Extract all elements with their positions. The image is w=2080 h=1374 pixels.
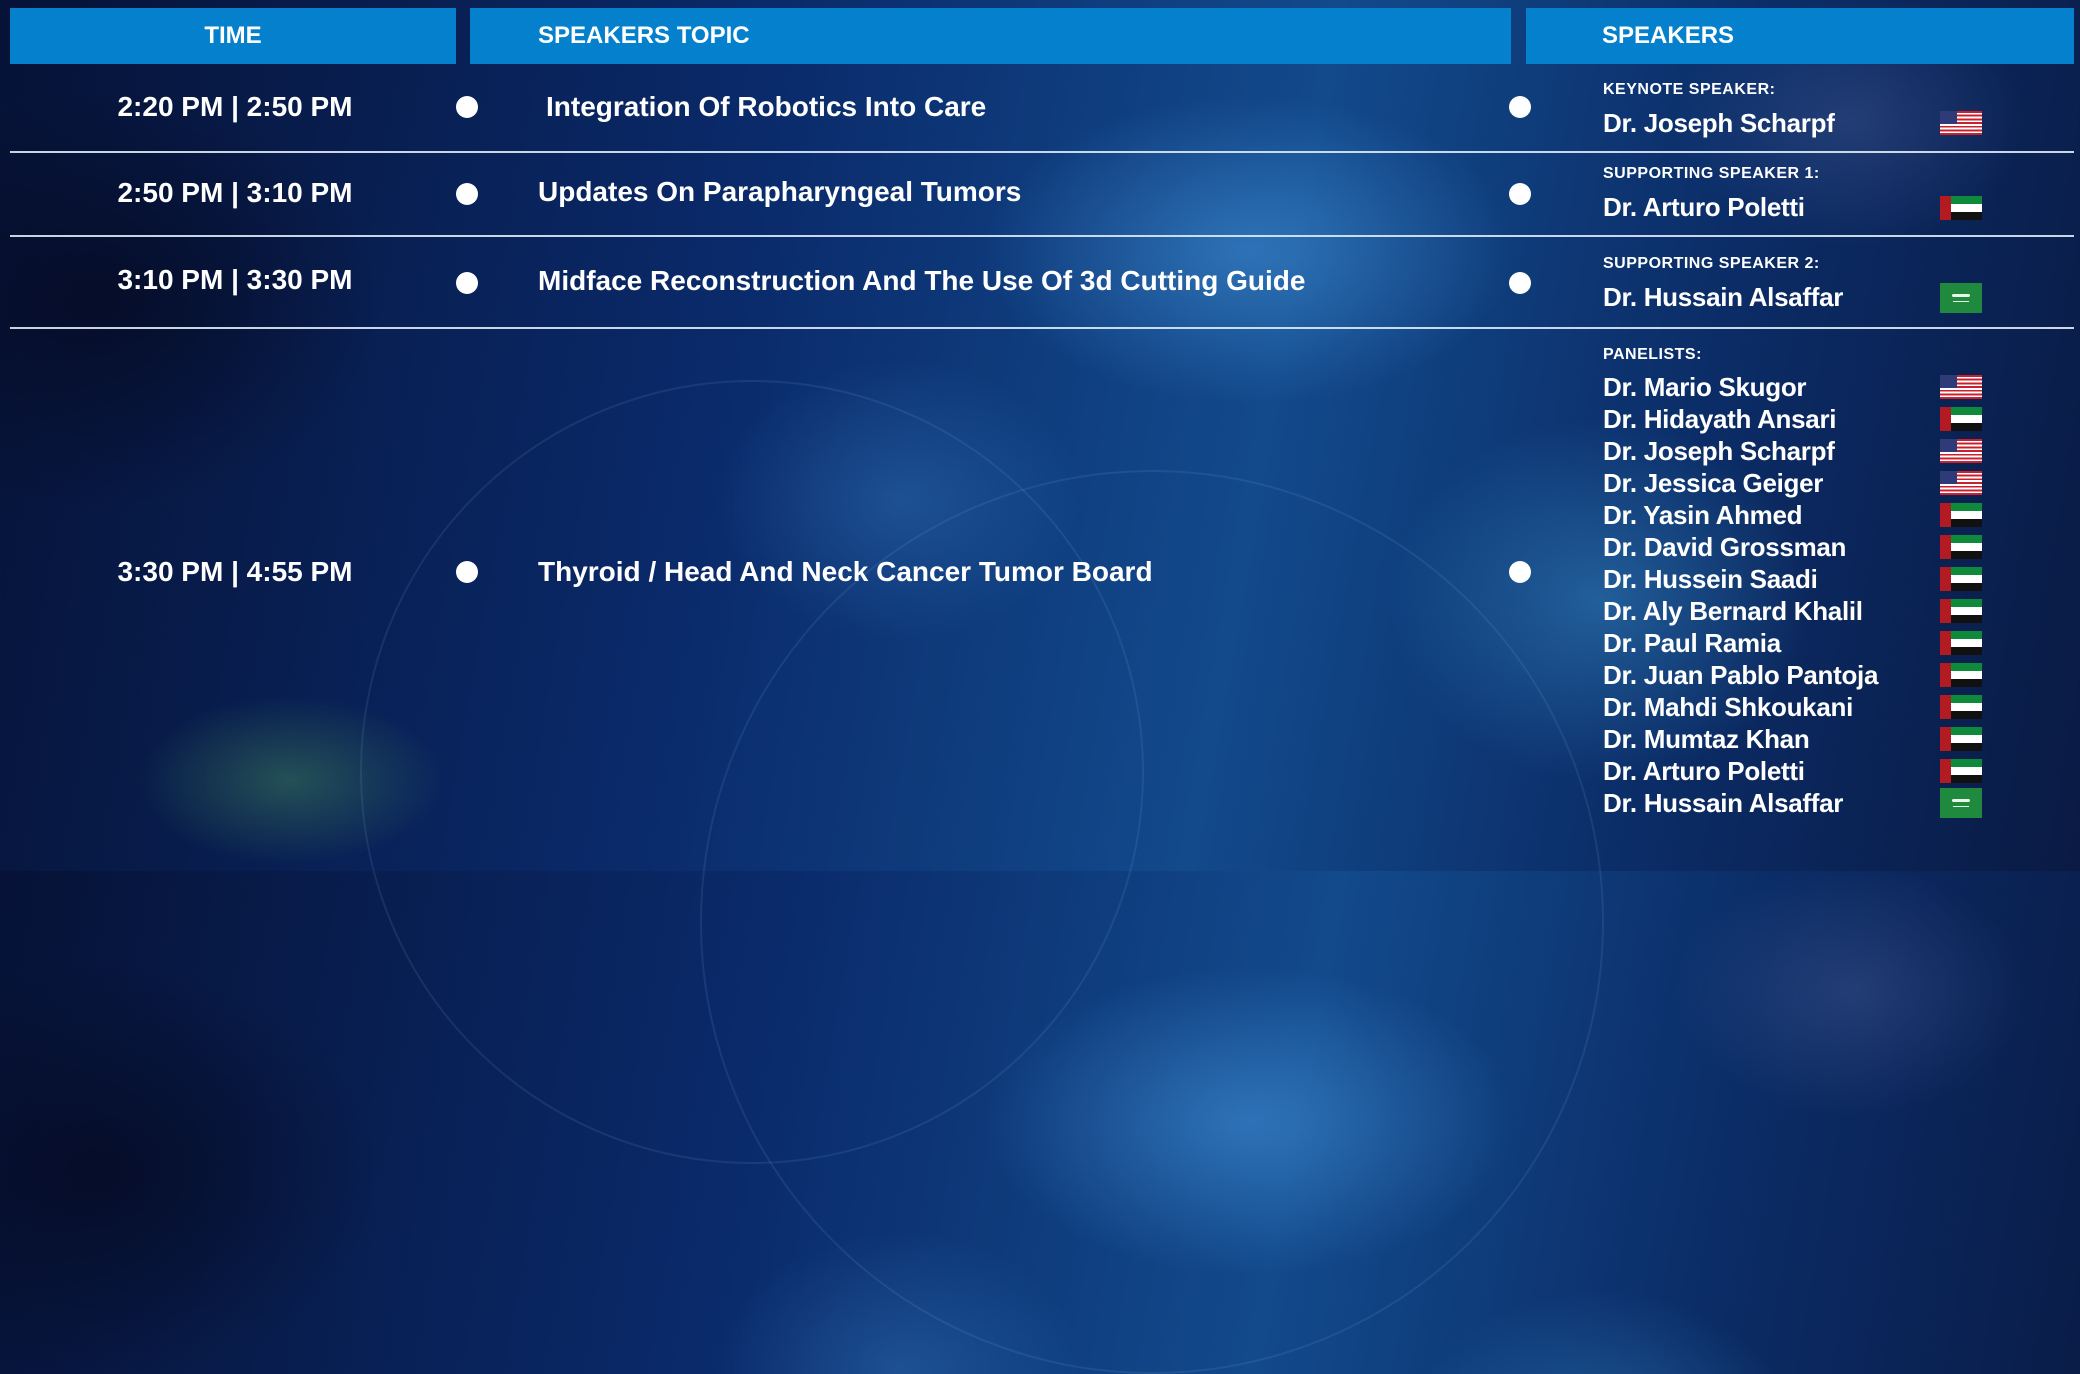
panelist-name: Dr. Mahdi Shkoukani: [1603, 692, 1854, 722]
bullet-dot: [1509, 561, 1531, 583]
session-topic: Midface Reconstruction And The Use Of 3d…: [538, 265, 1306, 296]
bullet-dot: [1509, 272, 1531, 294]
uae-flag-icon: [1940, 695, 1982, 719]
row-divider: [10, 151, 2074, 153]
session-topic: Thyroid / Head And Neck Cancer Tumor Boa…: [538, 556, 1153, 587]
row-divider: [10, 235, 2074, 237]
session-time: 3:30 PM | 4:55 PM: [117, 556, 353, 587]
bullet-dot: [456, 96, 478, 118]
header-speakers-label: SPEAKERS: [1602, 22, 1735, 49]
session-topic: Integration Of Robotics Into Care: [546, 91, 987, 122]
panelist-name: Dr. Jessica Geiger: [1603, 468, 1824, 498]
uae-flag-icon: [1940, 535, 1982, 559]
speaker-role: SUPPORTING SPEAKER 1:: [1603, 165, 1820, 182]
panelists-label: PANELISTS:: [1603, 346, 1702, 363]
uae-flag-icon: [1940, 407, 1982, 431]
uae-flag-icon: [1940, 759, 1982, 783]
panelist-name: Dr. Yasin Ahmed: [1603, 500, 1803, 530]
uae-flag-icon: [1940, 196, 1982, 220]
panelist-name: Dr. Hussain Alsaffar: [1603, 788, 1844, 818]
panelist-name: Dr. Joseph Scharpf: [1603, 436, 1835, 466]
panelist-name: Dr. Hidayath Ansari: [1603, 404, 1837, 434]
uae-flag-icon: [1940, 503, 1982, 527]
header-topic-label: SPEAKERS TOPIC: [538, 22, 750, 49]
header-topic: SPEAKERS TOPIC: [470, 8, 1511, 64]
saudi-flag-icon: [1940, 283, 1982, 313]
bullet-dot: [1509, 96, 1531, 118]
us-flag-icon: [1940, 471, 1982, 495]
panelist-name: Dr. Mario Skugor: [1603, 372, 1807, 402]
us-flag-icon: [1940, 111, 1982, 135]
speaker-role: SUPPORTING SPEAKER 2:: [1603, 255, 1820, 272]
speaker-role: KEYNOTE SPEAKER:: [1603, 81, 1776, 98]
row-divider: [10, 327, 2074, 329]
uae-flag-icon: [1940, 599, 1982, 623]
speaker-name: Dr. Hussain Alsaffar: [1603, 282, 1844, 312]
header-time-label: TIME: [204, 22, 262, 49]
panelist-name: Dr. Mumtaz Khan: [1603, 724, 1810, 754]
bullet-dot: [456, 561, 478, 583]
panelist-name: Dr. Paul Ramia: [1603, 628, 1781, 658]
panelist-name: Dr. Hussein Saadi: [1603, 564, 1818, 594]
session-time: 2:50 PM | 3:10 PM: [117, 177, 353, 208]
session-topic: Updates On Parapharyngeal Tumors: [538, 176, 1022, 207]
panelist-name: Dr. Arturo Poletti: [1603, 756, 1805, 786]
bullet-dot: [456, 183, 478, 205]
header-speakers: SPEAKERS: [1526, 8, 2074, 64]
bullet-dot: [456, 272, 478, 294]
speaker-name: Dr. Joseph Scharpf: [1603, 108, 1835, 138]
bullet-dot: [1509, 183, 1531, 205]
speaker-name: Dr. Arturo Poletti: [1603, 192, 1805, 222]
session-time: 3:10 PM | 3:30 PM: [117, 264, 353, 295]
saudi-flag-icon: [1940, 788, 1982, 818]
uae-flag-icon: [1940, 663, 1982, 687]
panelist-name: Dr. David Grossman: [1603, 532, 1847, 562]
background-arc: [700, 470, 1604, 1374]
session-time: 2:20 PM | 2:50 PM: [117, 91, 353, 122]
panelist-name: Dr. Juan Pablo Pantoja: [1603, 660, 1879, 690]
uae-flag-icon: [1940, 727, 1982, 751]
panelist-name: Dr. Aly Bernard Khalil: [1603, 596, 1863, 626]
header-time: TIME: [10, 8, 456, 64]
uae-flag-icon: [1940, 567, 1982, 591]
us-flag-icon: [1940, 439, 1982, 463]
uae-flag-icon: [1940, 631, 1982, 655]
us-flag-icon: [1940, 375, 1982, 399]
